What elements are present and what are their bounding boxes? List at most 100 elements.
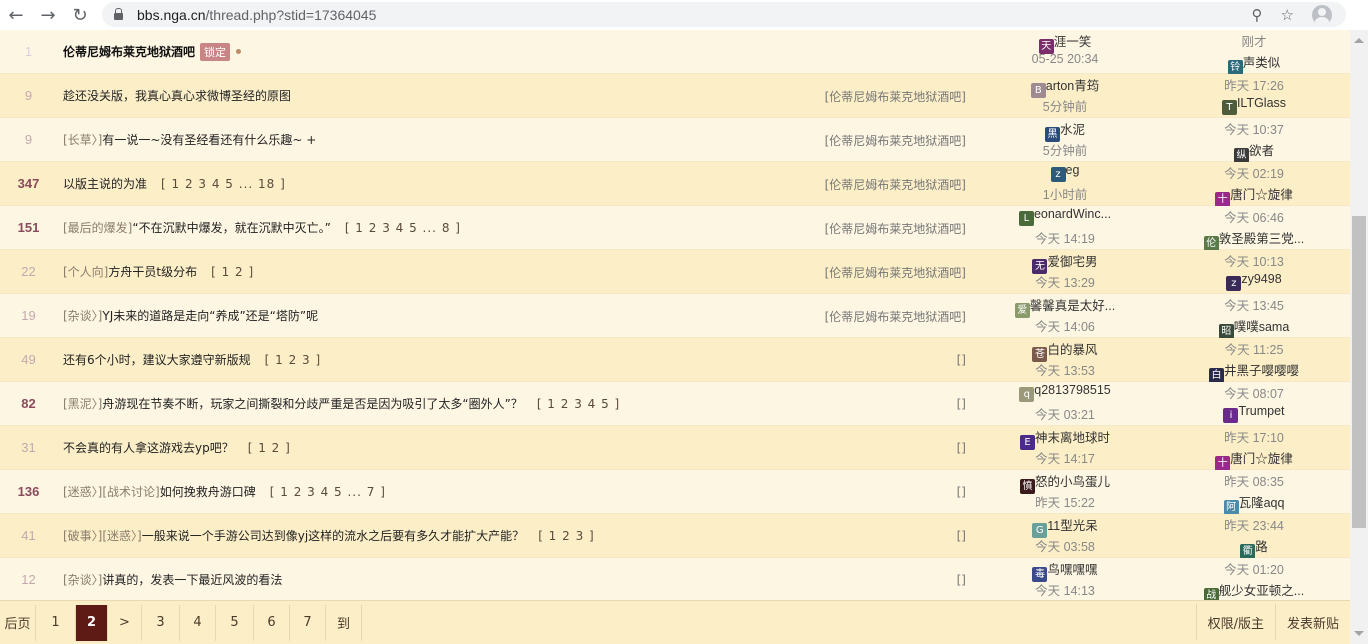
thread-forum-link[interactable]: []: [957, 558, 966, 602]
last-reply-time[interactable]: 今天 08:07: [1158, 383, 1350, 402]
thread-title-link[interactable]: 一般来说一个手游公司达到像yj这样的流水之后要有多久才能扩大产能？: [142, 527, 524, 544]
last-reply-user-link[interactable]: ILTGlass: [1237, 96, 1286, 110]
author-link[interactable]: 白的暴风: [1047, 343, 1097, 357]
thread-tag[interactable]: [长草〉]: [63, 131, 102, 148]
last-reply-time[interactable]: 今天 10:37: [1158, 119, 1350, 138]
thread-title-link[interactable]: 趁还没关版，我真心真心求微博圣经的原图: [63, 87, 291, 104]
thread-forum-link[interactable]: [伦蒂尼姆布莱克地狱酒吧]: [825, 206, 966, 250]
author-link[interactable]: 神末离地球时: [1035, 431, 1110, 445]
last-reply-time[interactable]: 今天 02:19: [1158, 163, 1350, 182]
page-link[interactable]: 2: [76, 604, 108, 641]
page-link[interactable]: >: [108, 604, 142, 641]
thread-forum-link[interactable]: []: [957, 514, 966, 558]
profile-avatar-icon[interactable]: [1312, 4, 1332, 25]
thread-title-link[interactable]: 讲真的，发表一下最近风波的看法: [102, 571, 282, 588]
last-reply-time[interactable]: 今天 01:20: [1158, 559, 1350, 578]
thread-page-links[interactable]: [ 1 2 3 ]: [538, 529, 595, 543]
thread-forum-link[interactable]: []: [957, 338, 966, 382]
permissions-moderator-link[interactable]: 权限/版主: [1195, 604, 1275, 640]
last-reply-time[interactable]: 昨天 17:10: [1158, 427, 1350, 446]
last-reply-user-link[interactable]: 路: [1255, 540, 1268, 554]
thread-forum-link[interactable]: [伦蒂尼姆布莱克地狱酒吧]: [825, 162, 966, 206]
thread-title-link[interactable]: 舟游现在节奏不断，玩家之间撕裂和分歧严重是否是因为吸引了太多“圈外人”？: [102, 395, 522, 412]
last-reply-user-link[interactable]: 噗噗sama: [1234, 320, 1290, 334]
last-reply-user-link[interactable]: 瓦隆aqq: [1239, 496, 1285, 510]
last-reply-time[interactable]: 昨天 08:35: [1158, 471, 1350, 490]
thread-title-link[interactable]: 还有6个小时，建议大家遵守新版规: [63, 351, 251, 368]
thread-tag[interactable]: [个人向]: [63, 263, 108, 280]
thread-tag[interactable]: [杂谈〉]: [63, 571, 102, 588]
thread-page-links[interactable]: [ 1 2 ]: [211, 265, 254, 279]
thread-forum-link[interactable]: [伦蒂尼姆布莱克地狱酒吧]: [825, 74, 966, 118]
last-reply-user-link[interactable]: 舰少女亚顿之...: [1219, 584, 1304, 598]
thread-page-links[interactable]: [ 1 2 3 4 5 ... 8 ]: [345, 221, 461, 235]
forward-arrow-icon[interactable]: →: [32, 0, 64, 30]
thread-forum-link[interactable]: [伦蒂尼姆布莱克地狱酒吧]: [825, 118, 966, 162]
thread-title-link[interactable]: “不在沉默中爆发，就在沉默中灭亡。”: [132, 219, 330, 236]
author-link[interactable]: 鸟嘿嘿嘿: [1047, 563, 1097, 577]
thread-forum-link[interactable]: [伦蒂尼姆布莱克地狱酒吧]: [825, 250, 966, 294]
thread-forum-link[interactable]: []: [957, 382, 966, 426]
thread-title-link[interactable]: 以版主说的为准: [63, 175, 147, 192]
thread-page-links[interactable]: [ 1 2 3 4 5 ]: [537, 397, 620, 411]
last-reply-time[interactable]: 刚才: [1158, 31, 1350, 50]
page-link[interactable]: 4: [180, 604, 216, 641]
address-bar[interactable]: bbs.nga.cn/thread.php?stid=17364045 ⚲ ☆: [102, 2, 1346, 27]
thread-page-links[interactable]: [ 1 2 3 ]: [265, 353, 322, 367]
bookmark-star-icon[interactable]: ☆: [1281, 6, 1294, 24]
thread-title-link[interactable]: 不会真的有人拿这游戏去yp吧？: [63, 439, 234, 456]
page-link[interactable]: 5: [216, 604, 254, 641]
thread-page-links[interactable]: [ 1 2 ]: [248, 441, 291, 455]
thread-tag[interactable]: [杂谈〉]: [63, 307, 102, 324]
last-reply-user-link[interactable]: zy9498: [1241, 272, 1281, 286]
reload-icon[interactable]: ↻: [64, 0, 96, 30]
author-link[interactable]: 11型光呆: [1047, 519, 1097, 533]
last-reply-user-link[interactable]: 唐门☆旋律: [1230, 452, 1293, 466]
zoom-icon[interactable]: ⚲: [1252, 6, 1263, 24]
back-arrow-icon[interactable]: ←: [0, 0, 32, 30]
author-link[interactable]: 爱御宅男: [1047, 255, 1097, 269]
last-reply-time[interactable]: 今天 11:25: [1158, 339, 1350, 358]
author-link[interactable]: 涯一笑: [1054, 35, 1092, 49]
page-link[interactable]: 3: [142, 604, 180, 641]
page-link[interactable]: 到: [326, 604, 362, 641]
thread-tag[interactable]: [最后的爆发]: [63, 219, 132, 236]
last-reply-time[interactable]: 昨天 17:26: [1158, 75, 1350, 94]
page-link[interactable]: 7: [290, 604, 326, 641]
page-link[interactable]: 1: [36, 604, 76, 641]
last-reply-time[interactable]: 昨天 23:44: [1158, 515, 1350, 534]
thread-forum-link[interactable]: [伦蒂尼姆布莱克地狱酒吧]: [825, 294, 966, 338]
author-link[interactable]: arton青筠: [1046, 79, 1100, 93]
thread-page-links[interactable]: [ 1 2 3 4 5 ... 18 ]: [161, 177, 286, 191]
author-link[interactable]: 怒的小鸟蛋儿: [1035, 475, 1110, 489]
scroll-down-arrow-icon[interactable]: [1354, 631, 1364, 636]
thread-title-link[interactable]: 伦蒂尼姆布莱克地狱酒吧: [63, 43, 195, 60]
page-link[interactable]: 后页: [0, 604, 36, 641]
last-reply-user-link[interactable]: 井黑子嘤嘤嘤: [1224, 364, 1299, 378]
last-reply-user-link[interactable]: 唐门☆旋律: [1230, 188, 1293, 202]
last-reply-user-link[interactable]: 欲者: [1249, 144, 1274, 158]
last-reply-user-link[interactable]: 声类似: [1243, 56, 1281, 70]
thread-title-link[interactable]: 如何挽救舟游口碑: [160, 483, 256, 500]
thread-tag[interactable]: [破事〉][迷惑〉]: [63, 527, 142, 544]
last-reply-user-link[interactable]: Trumpet: [1238, 404, 1284, 418]
page-link[interactable]: 6: [254, 604, 290, 641]
thread-tag[interactable]: [迷惑〉][战术讨论]: [63, 483, 160, 500]
author-link[interactable]: eonardWinc...: [1034, 207, 1111, 221]
scrollbar[interactable]: [1350, 30, 1368, 644]
scrollbar-thumb[interactable]: [1352, 216, 1366, 528]
last-reply-time[interactable]: 今天 06:46: [1158, 207, 1350, 226]
scroll-up-arrow-icon[interactable]: [1354, 38, 1364, 43]
thread-page-links[interactable]: [ 1 2 3 4 5 ... 7 ]: [270, 485, 386, 499]
thread-title-link[interactable]: 有一说一~没有圣经看还有什么乐趣~ +: [102, 131, 316, 148]
thread-title-link[interactable]: YJ未来的道路是走向“养成”还是“塔防”呢: [102, 307, 318, 324]
thread-tag[interactable]: [黑泥〉]: [63, 395, 102, 412]
new-post-button[interactable]: 发表新贴: [1274, 604, 1350, 640]
author-link[interactable]: 馨馨真是太好...: [1030, 299, 1115, 313]
author-link[interactable]: eg: [1066, 163, 1080, 177]
author-link[interactable]: 水泥: [1060, 123, 1085, 137]
last-reply-time[interactable]: 今天 10:13: [1158, 251, 1350, 270]
thread-forum-link[interactable]: []: [957, 426, 966, 470]
thread-title-link[interactable]: 方舟干员t级分布: [108, 263, 197, 280]
last-reply-user-link[interactable]: 敦圣殿第三党...: [1219, 232, 1304, 246]
